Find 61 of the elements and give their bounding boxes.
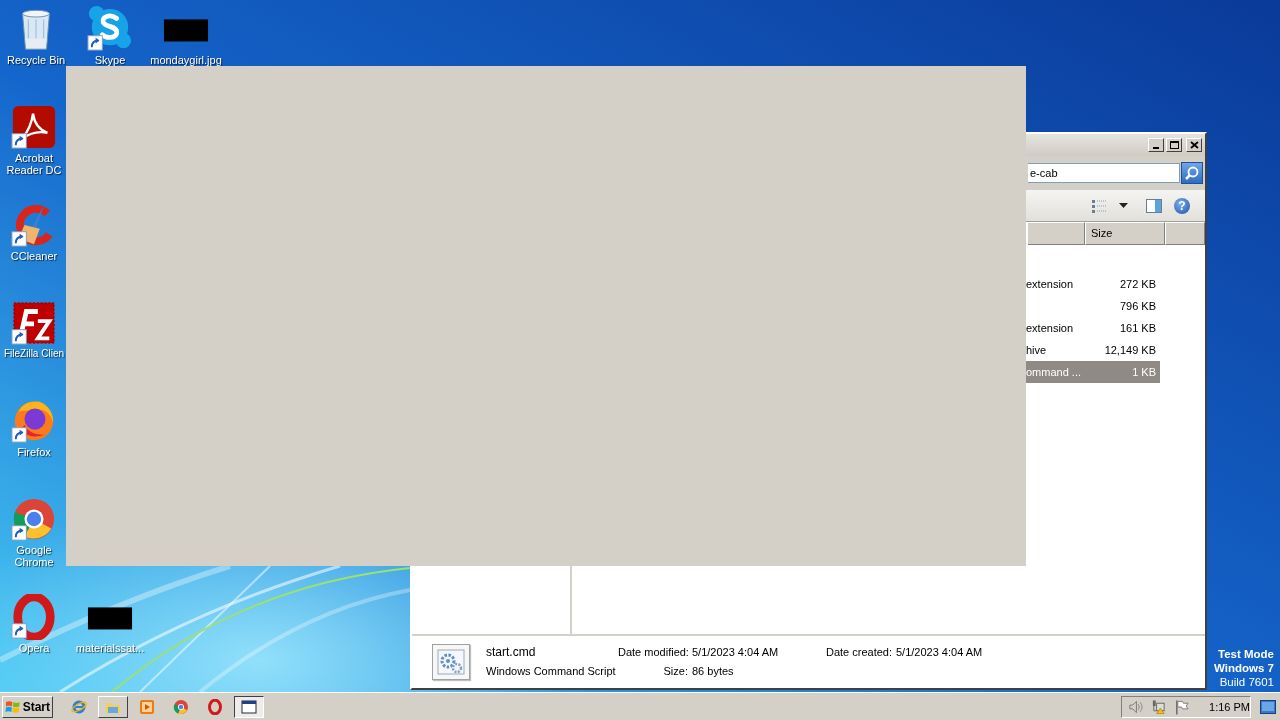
file-size-cell-text: 272 KB xyxy=(1118,277,1157,292)
desktop-icon-label[interactable]: Skype xyxy=(94,54,126,66)
column-header[interactable] xyxy=(1028,222,1085,245)
desktop-icon-label[interactable]: CCleaner xyxy=(10,250,58,262)
browser-icon xyxy=(173,698,189,715)
window-icon xyxy=(241,698,257,715)
taskbar-button[interactable] xyxy=(234,695,264,718)
column-header[interactable]: Size xyxy=(1085,222,1165,245)
chat-app-icon[interactable] xyxy=(87,6,133,52)
close-icon xyxy=(1189,141,1199,149)
start-button[interactable]: Start xyxy=(2,695,53,718)
clock-time[interactable]: 1:16 PM xyxy=(1209,700,1250,713)
desktop-icon-label[interactable]: Recycle Bin xyxy=(6,54,66,66)
os-notice-text: Windows 7 xyxy=(1214,661,1274,675)
field-label: Size: xyxy=(662,664,689,679)
maximize-button[interactable] xyxy=(1166,138,1182,152)
address-field[interactable]: e-cab xyxy=(1028,163,1180,183)
browser-icon[interactable] xyxy=(11,594,57,640)
file-type-cell-text: ommand ... xyxy=(1026,365,1082,380)
file-name: start.cmd xyxy=(486,645,537,660)
file-row[interactable]: hive 12,149 KB xyxy=(1026,339,1160,361)
file-size-cell-text: 1 KB xyxy=(1131,365,1157,380)
file-type-cell-text: extension xyxy=(1026,321,1075,336)
field-label: Date created: xyxy=(824,645,893,660)
search-icon xyxy=(1184,165,1200,181)
file-type-cell-text: extension xyxy=(1026,277,1075,292)
field-label: Date modified: xyxy=(618,645,690,660)
file-row[interactable]: extension 272 KB xyxy=(1026,273,1160,295)
field-value: 5/1/2023 4:04 AM xyxy=(895,645,983,660)
file-row[interactable]: ommand ... 1 KB xyxy=(1026,361,1160,383)
close-button[interactable] xyxy=(1186,138,1202,152)
show-desktop-icon[interactable] xyxy=(1260,699,1276,714)
file-size-cell-text: 796 KB xyxy=(1118,299,1157,314)
desktop-icon-label[interactable]: Acrobat Reader DC xyxy=(3,152,65,176)
dropdown-caret-icon[interactable] xyxy=(1119,203,1128,208)
browser-icon[interactable] xyxy=(11,496,57,542)
media-player-icon xyxy=(139,698,155,715)
file-type: Windows Command Script xyxy=(486,664,617,679)
preview-pane-icon[interactable] xyxy=(1146,197,1162,214)
pdf-app-icon[interactable] xyxy=(11,104,57,150)
browser-icon xyxy=(71,698,87,715)
os-notice-text: Test Mode xyxy=(1217,647,1274,661)
ftp-app-icon[interactable] xyxy=(11,300,57,346)
os-notice-text: Build 7601 xyxy=(1218,675,1274,689)
file-size-cell-text: 161 KB xyxy=(1118,321,1157,336)
desktop-icon-label[interactable]: mondaygirl.jpg xyxy=(150,54,222,66)
file-row[interactable]: extension 161 KB xyxy=(1026,317,1160,339)
field-value: 86 bytes xyxy=(691,664,735,679)
search-button[interactable] xyxy=(1181,162,1203,184)
view-list-icon[interactable] xyxy=(1091,197,1107,214)
file-row[interactable]: 796 KB xyxy=(1026,295,1160,317)
field-value: 5/1/2023 4:04 AM xyxy=(691,645,780,660)
browser-icon xyxy=(207,698,223,715)
file-size-cell-text: 12,149 KB xyxy=(1103,343,1157,358)
minimize-button[interactable] xyxy=(1148,138,1164,152)
flag-icon[interactable] xyxy=(1174,698,1190,715)
network-warning-icon[interactable] xyxy=(1151,698,1167,715)
desktop-icon-label[interactable]: FileZilla Clien xyxy=(4,348,64,360)
file-type-cell-text: hive xyxy=(1026,343,1048,358)
windows-logo-icon xyxy=(5,699,21,714)
column-header[interactable] xyxy=(1165,222,1205,245)
